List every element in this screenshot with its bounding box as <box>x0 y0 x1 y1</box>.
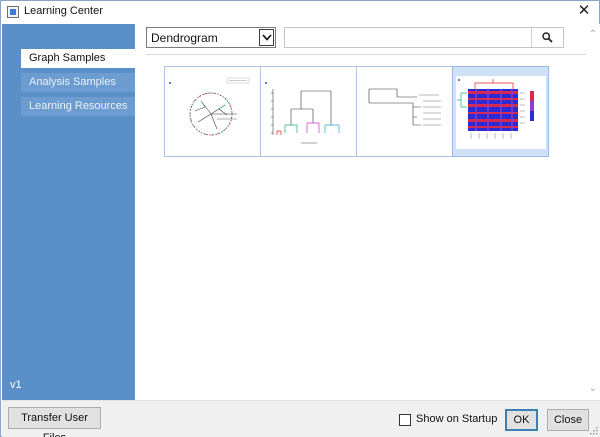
search-input[interactable] <box>285 28 531 47</box>
show-on-startup-checkbox[interactable] <box>399 414 411 426</box>
sidebar-item-graph-samples[interactable]: Graph Samples <box>21 49 135 68</box>
toolbar-divider <box>146 54 586 55</box>
thumbnail-heatmap-dendrogram[interactable] <box>452 66 549 157</box>
sidebar-item-label: Graph Samples <box>29 52 106 64</box>
window-title: Learning Center <box>24 5 103 17</box>
vertical-dendrogram-preview <box>265 82 340 144</box>
ok-button[interactable]: OK <box>505 409 538 431</box>
thumbnail-horizontal-dendrogram[interactable] <box>356 66 453 157</box>
transfer-user-files-button[interactable]: Transfer User Files <box>8 407 101 437</box>
thumbnail-vertical-dendrogram[interactable] <box>260 66 357 157</box>
learning-center-window: Learning Center ✕ Graph Samples Analysis… <box>0 0 600 437</box>
version-label: v1 <box>10 379 22 391</box>
title-bar[interactable]: Learning Center ✕ <box>1 1 599 23</box>
resize-grip-icon[interactable] <box>590 427 598 435</box>
app-icon <box>7 6 19 18</box>
search-button[interactable] <box>531 28 563 47</box>
close-button[interactable]: Close <box>547 409 589 431</box>
thumbnail-circular-dendrogram[interactable] <box>164 66 261 157</box>
sidebar-item-label: Learning Resources <box>29 100 128 112</box>
sidebar: Graph Samples Analysis Samples Learning … <box>2 24 135 400</box>
sidebar-item-label: Analysis Samples <box>29 76 116 88</box>
thumbnail-grid <box>164 66 551 158</box>
show-on-startup-label: Show on Startup <box>416 413 498 425</box>
magnifier-icon <box>542 32 553 43</box>
close-window-button[interactable]: ✕ <box>575 2 593 20</box>
footer-bar: Transfer User Files Show on Startup OK C… <box>2 400 600 437</box>
sidebar-item-learning-resources[interactable]: Learning Resources <box>21 97 135 116</box>
category-dropdown-value: Dendrogram <box>151 31 218 45</box>
heatmap-dendrogram-preview <box>456 76 546 149</box>
main-panel: Dendrogram ⌃ ⌄ <box>135 24 600 400</box>
scroll-up-icon[interactable]: ⌃ <box>588 30 598 40</box>
search-box <box>284 27 564 48</box>
scroll-down-icon[interactable]: ⌄ <box>588 384 598 394</box>
sidebar-item-analysis-samples[interactable]: Analysis Samples <box>21 73 135 92</box>
horizontal-dendrogram-preview <box>368 88 441 126</box>
chevron-down-icon[interactable] <box>259 29 274 46</box>
circular-dendrogram-preview <box>169 77 250 136</box>
category-dropdown[interactable]: Dendrogram <box>146 27 276 48</box>
